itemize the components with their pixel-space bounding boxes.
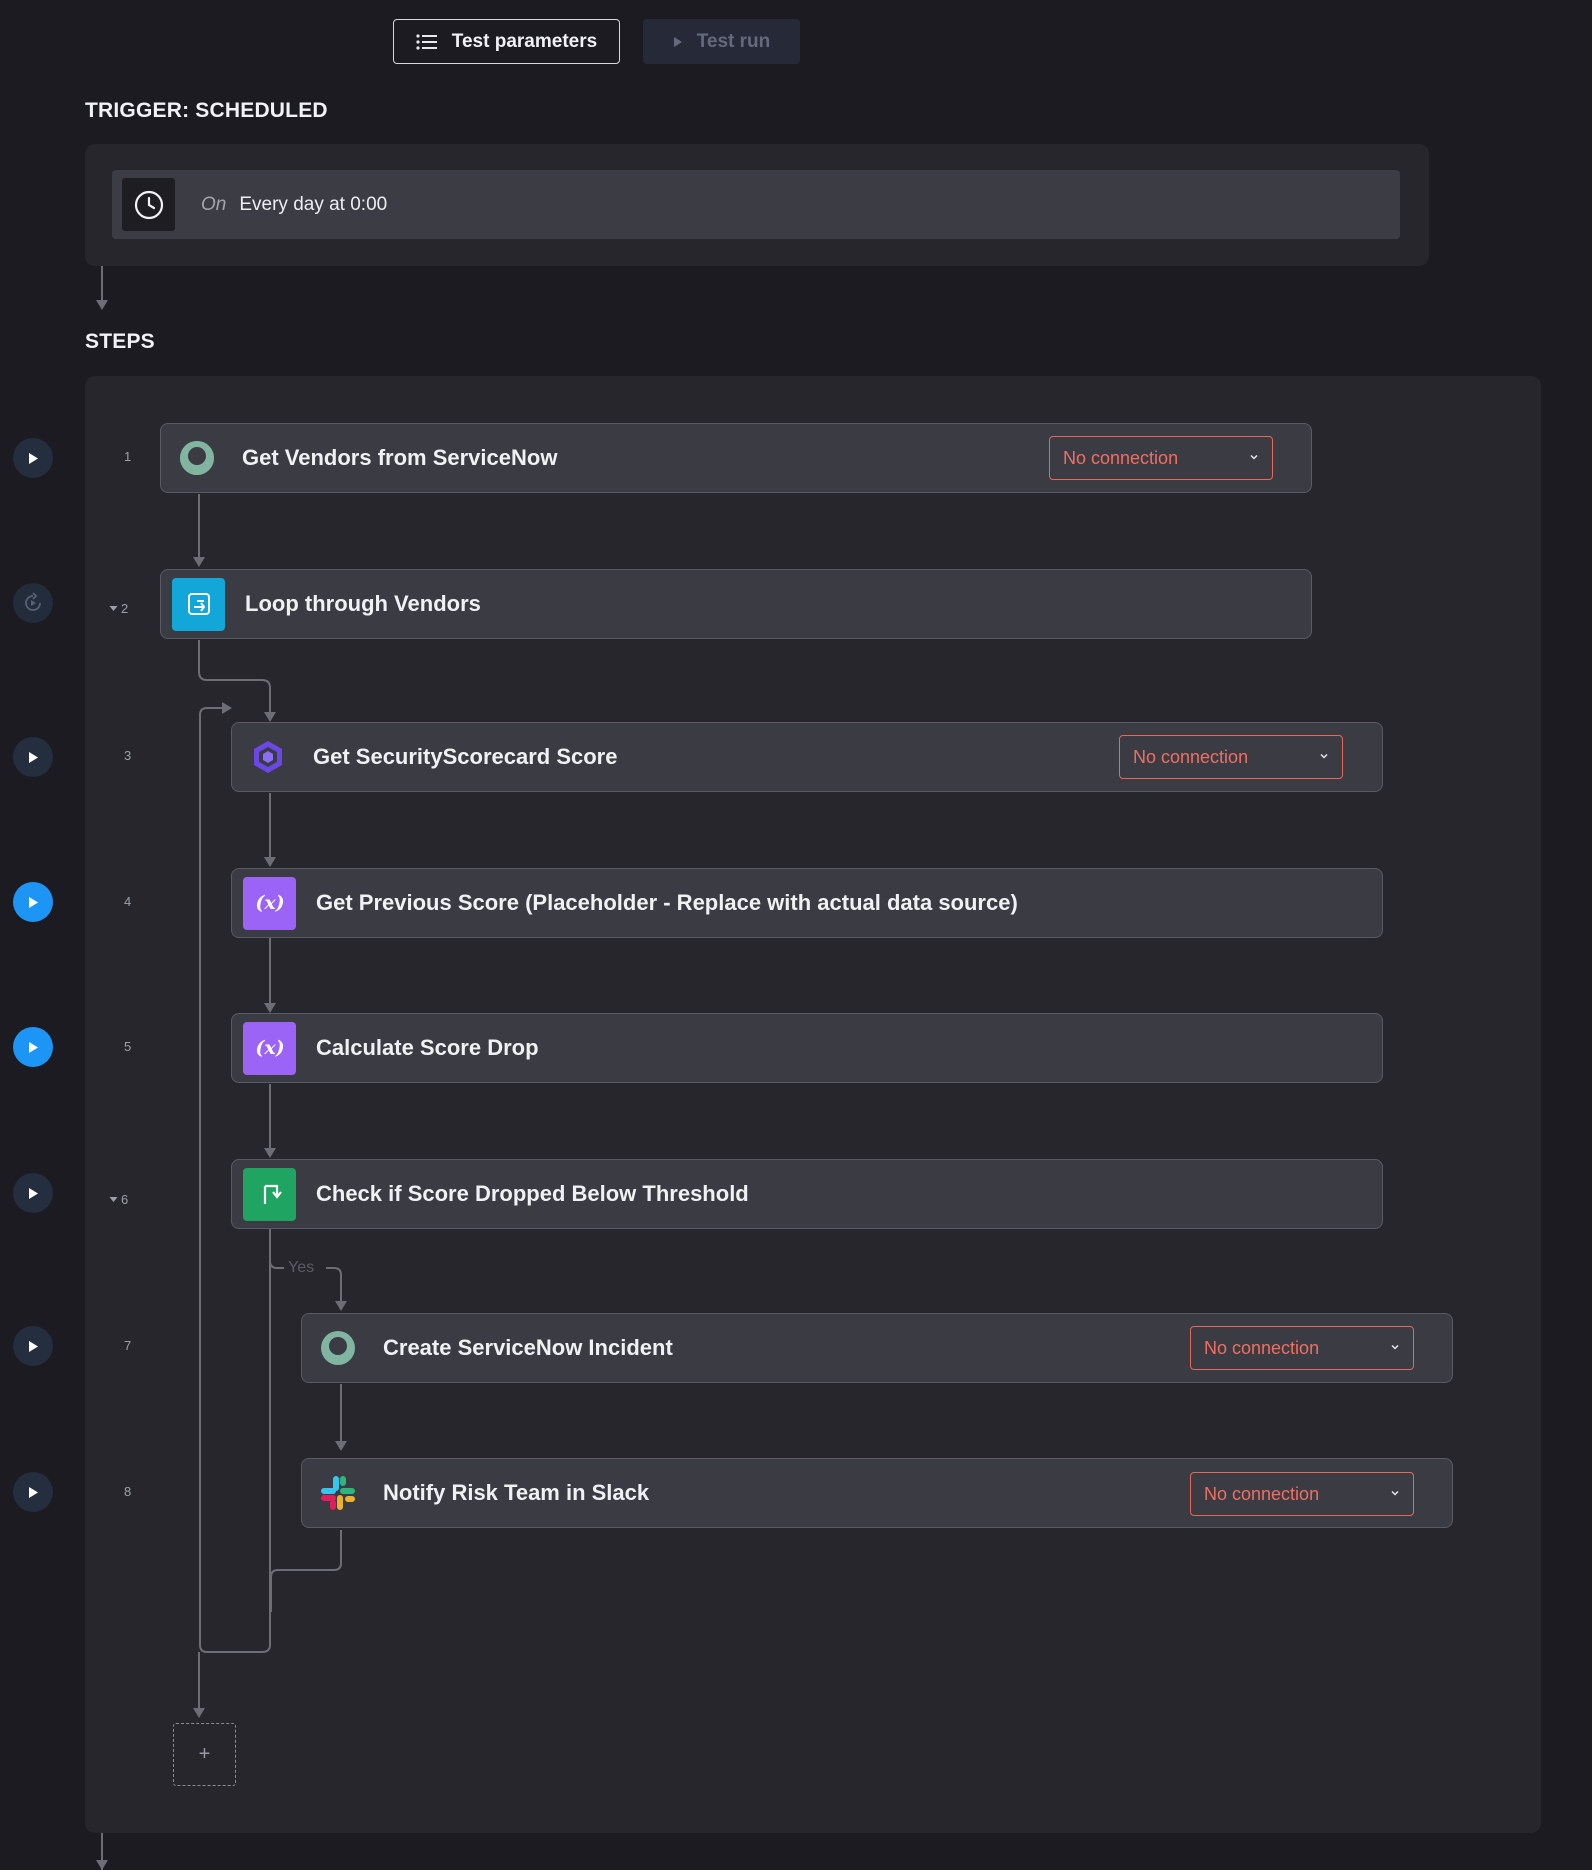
loop-replay-icon (25, 592, 41, 611)
step-card-5[interactable]: (x) Calculate Score Drop (231, 1013, 1383, 1083)
chevron-down-icon (1320, 753, 1328, 759)
servicenow-icon (318, 1328, 358, 1368)
connection-select-step-3[interactable]: No connection (1119, 735, 1343, 779)
branch-yes-label: Yes (288, 1259, 315, 1276)
servicenow-icon (177, 438, 217, 478)
caret-down-icon (109, 606, 118, 611)
chevron-down-icon (1391, 1344, 1399, 1350)
step-title: Notify Risk Team in Slack (383, 1480, 650, 1505)
run-step-1-button[interactable] (13, 438, 53, 478)
loop-icon (172, 577, 225, 631)
play-icon (29, 1187, 38, 1199)
run-step-8-button[interactable] (13, 1472, 53, 1512)
step-number: 3 (124, 748, 132, 763)
play-icon (29, 896, 38, 908)
variable-icon: (x) (243, 876, 296, 930)
branch-icon (243, 1167, 296, 1221)
caret-down-icon (109, 1197, 118, 1202)
step-number: 4 (124, 894, 132, 909)
step-title: Get Vendors from ServiceNow (242, 445, 558, 470)
run-step-7-button[interactable] (13, 1326, 53, 1366)
step-title: Loop through Vendors (245, 591, 481, 616)
step-number: 1 (124, 449, 132, 464)
workflow-editor: Test parameters Test run TRIGGER: SCHEDU… (0, 0, 1592, 1870)
svg-text:(x): (x) (255, 1037, 284, 1059)
variable-icon: (x) (243, 1021, 296, 1075)
step-card-2[interactable]: Loop through Vendors (160, 569, 1312, 639)
chevron-down-icon (1250, 454, 1258, 460)
step-title: Create ServiceNow Incident (383, 1335, 673, 1360)
step-title: Calculate Score Drop (316, 1035, 539, 1060)
connection-select-value: No connection (1133, 746, 1249, 767)
connection-select-step-1[interactable]: No connection (1049, 436, 1273, 480)
play-icon (29, 1340, 38, 1352)
step-number: 7 (124, 1338, 132, 1353)
connection-select-value: No connection (1204, 1483, 1320, 1504)
step-title: Check if Score Dropped Below Threshold (316, 1181, 749, 1206)
connection-select-value: No connection (1063, 447, 1179, 468)
step-card-6[interactable]: Check if Score Dropped Below Threshold (231, 1159, 1383, 1229)
plus-icon: + (198, 1743, 211, 1765)
connection-select-step-7[interactable]: No connection (1190, 1326, 1414, 1370)
step-card-4[interactable]: (x) Get Previous Score (Placeholder - Re… (231, 868, 1383, 938)
step-number: 2 (121, 601, 129, 616)
connection-select-step-8[interactable]: No connection (1190, 1472, 1414, 1516)
securityscorecard-icon (248, 737, 288, 777)
step-number: 5 (124, 1039, 132, 1054)
run-step-5-button[interactable] (13, 1027, 53, 1067)
run-step-3-button[interactable] (13, 737, 53, 777)
loop-step-2-control[interactable] (13, 583, 53, 623)
steps-section-title: STEPS (85, 330, 155, 353)
step-number-expandable[interactable]: 2 (109, 601, 128, 616)
play-icon (29, 1486, 38, 1498)
chevron-down-icon (1391, 1490, 1399, 1496)
step-number: 8 (124, 1484, 132, 1499)
step-title: Get Previous Score (Placeholder - Replac… (316, 890, 1018, 915)
run-step-6-button[interactable] (13, 1173, 53, 1213)
connection-select-value: No connection (1204, 1337, 1320, 1358)
run-step-4-button[interactable] (13, 882, 53, 922)
play-icon (29, 751, 38, 763)
play-icon (29, 1041, 38, 1053)
step-number-expandable[interactable]: 6 (109, 1192, 128, 1207)
slack-icon (318, 1473, 358, 1513)
play-icon (29, 452, 38, 464)
svg-text:(x): (x) (255, 892, 284, 914)
add-step-button[interactable]: + (173, 1723, 236, 1786)
step-number: 6 (121, 1192, 129, 1207)
step-title: Get SecurityScorecard Score (313, 744, 618, 769)
